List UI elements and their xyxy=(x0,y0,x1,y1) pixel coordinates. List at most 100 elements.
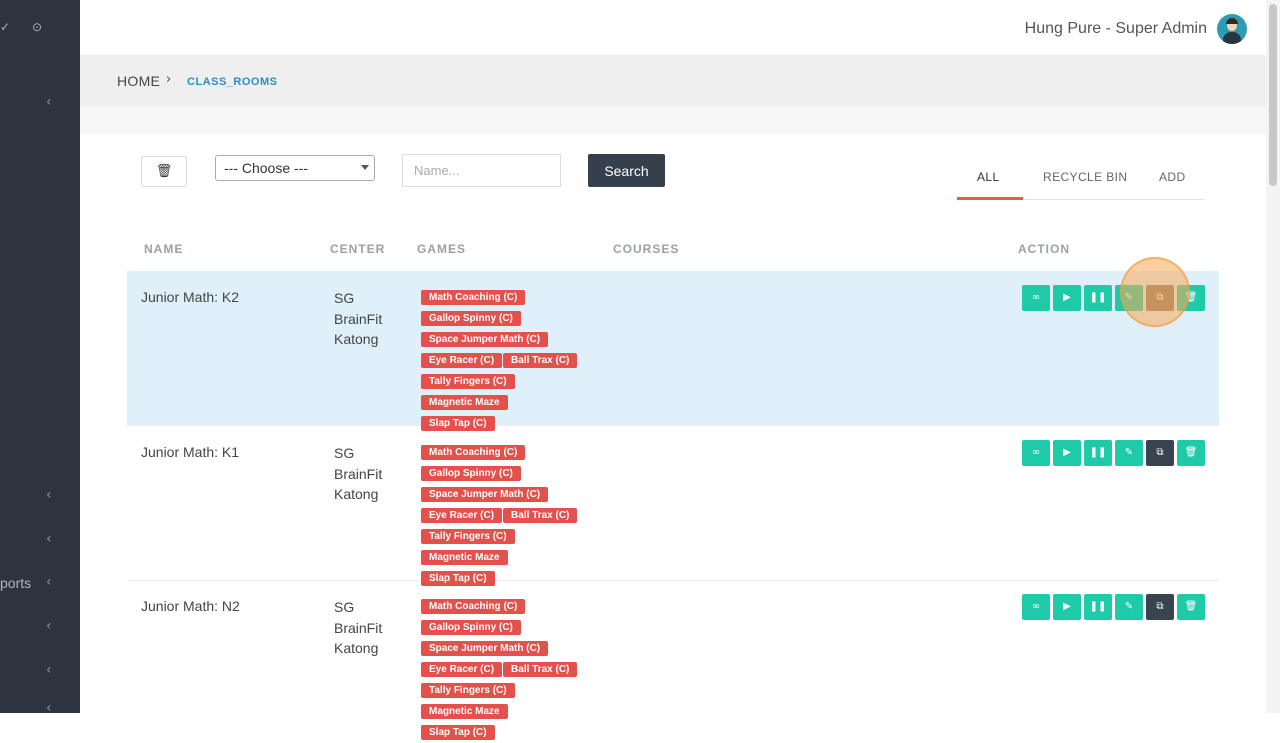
breadcrumb-home[interactable]: HOME xyxy=(117,73,160,89)
breadcrumb: HOME › CLASS_ROOMS xyxy=(80,56,1266,106)
tab-add[interactable]: ADD xyxy=(1159,170,1186,184)
link-icon: ∞ xyxy=(1031,447,1041,458)
user-avatar[interactable] xyxy=(1217,14,1247,44)
user-name[interactable]: Hung Pure - Super Admin xyxy=(1025,20,1207,38)
play-button[interactable]: ▶ xyxy=(1053,594,1081,620)
center-line: SG xyxy=(334,445,355,461)
pause-icon: ❚❚ xyxy=(1089,292,1107,303)
game-tag: Ball Trax (C) xyxy=(503,353,578,368)
caret-down-icon xyxy=(361,165,369,170)
bulk-delete-button[interactable]: 🗑 xyxy=(141,156,187,187)
center-line: SG xyxy=(334,599,355,615)
pencil-icon: ✎ xyxy=(1124,447,1134,458)
pause-button[interactable]: ❚❚ xyxy=(1084,594,1112,620)
delete-icon: 🗑 xyxy=(1184,601,1198,612)
delete-button[interactable]: 🗑 xyxy=(1177,440,1205,466)
center-select-value: --- Choose --- xyxy=(224,160,309,176)
chevron-left-icon[interactable]: ‹ xyxy=(46,487,52,503)
link-icon: ∞ xyxy=(1031,292,1041,303)
active-tab-indicator xyxy=(957,197,1023,200)
row-name: Junior Math: K2 xyxy=(141,289,240,305)
play-icon: ▶ xyxy=(1063,447,1071,458)
game-tag: Gallop Spinny (C) xyxy=(421,311,521,326)
game-tag: Space Jumper Math (C) xyxy=(421,332,549,347)
game-tag: Math Coaching (C) xyxy=(421,599,526,614)
game-tag: Slap Tap (C) xyxy=(421,725,495,740)
row-center: SG BrainFit Katong xyxy=(334,288,404,350)
row-name: Junior Math: N2 xyxy=(141,598,240,614)
center-select[interactable]: --- Choose --- xyxy=(215,155,375,181)
table-row[interactable]: Junior Math: K1 SG BrainFit Katong Math … xyxy=(127,426,1222,586)
column-header-courses: COURSES xyxy=(613,242,680,256)
pencil-icon: ✎ xyxy=(1124,601,1134,612)
delete-button[interactable]: 🗑 xyxy=(1177,594,1205,620)
link-button[interactable]: ∞ xyxy=(1022,440,1050,466)
chevron-left-icon[interactable]: ‹ xyxy=(46,94,52,110)
row-games: Math Coaching (C) Gallop Spinny (C) Spac… xyxy=(421,287,596,434)
row-games: Math Coaching (C) Gallop Spinny (C) Spac… xyxy=(421,442,596,589)
game-tag: Space Jumper Math (C) xyxy=(421,641,549,656)
check-icon[interactable]: ✓ xyxy=(0,20,10,34)
name-search-input[interactable] xyxy=(402,154,561,187)
copy-icon: ⧉ xyxy=(1156,292,1164,303)
pause-button[interactable]: ❚❚ xyxy=(1084,440,1112,466)
chevron-left-icon[interactable]: ‹ xyxy=(46,618,52,634)
target-icon[interactable]: ⊙ xyxy=(32,20,42,34)
edit-button[interactable]: ✎ xyxy=(1115,285,1143,311)
game-tag: Gallop Spinny (C) xyxy=(421,620,521,635)
sidebar-item-reports-label[interactable]: ports xyxy=(0,575,31,591)
row-actions: ∞ ▶ ❚❚ ✎ ⧉ 🗑 xyxy=(1022,285,1222,311)
edit-button[interactable]: ✎ xyxy=(1115,440,1143,466)
center-line: Katong xyxy=(334,331,379,347)
scrollbar[interactable] xyxy=(1266,0,1280,713)
chevron-left-icon[interactable]: ‹ xyxy=(46,531,52,547)
copy-icon: ⧉ xyxy=(1156,447,1164,458)
pause-icon: ❚❚ xyxy=(1089,601,1107,612)
chevron-left-icon[interactable]: ‹ xyxy=(46,662,52,678)
search-button[interactable]: Search xyxy=(588,154,665,187)
copy-button[interactable]: ⧉ xyxy=(1146,594,1174,620)
sidebar: ✓ ⊙ ‹ ‹ ‹ ports ‹ ‹ ‹ ‹ xyxy=(0,0,80,716)
game-tag: Space Jumper Math (C) xyxy=(421,487,549,502)
row-games: Math Coaching (C) Gallop Spinny (C) Spac… xyxy=(421,596,596,743)
column-header-action: ACTION xyxy=(1018,242,1070,256)
scrollbar-thumb[interactable] xyxy=(1269,4,1277,186)
center-line: Katong xyxy=(334,486,379,502)
center-line: Katong xyxy=(334,640,379,656)
row-actions: ∞ ▶ ❚❚ ✎ ⧉ 🗑 xyxy=(1022,594,1222,620)
copy-icon: ⧉ xyxy=(1156,601,1164,612)
delete-button[interactable]: 🗑 xyxy=(1177,285,1205,311)
game-tag: Tally Fingers (C) xyxy=(421,683,515,698)
game-tag: Ball Trax (C) xyxy=(503,508,578,523)
table-row[interactable]: Junior Math: K2 SG BrainFit Katong Math … xyxy=(127,271,1222,431)
edit-button[interactable]: ✎ xyxy=(1115,594,1143,620)
row-name: Junior Math: K1 xyxy=(141,444,240,460)
row-actions: ∞ ▶ ❚❚ ✎ ⧉ 🗑 xyxy=(1022,440,1222,466)
link-button[interactable]: ∞ xyxy=(1022,285,1050,311)
row-center: SG BrainFit Katong xyxy=(334,443,404,505)
center-line: BrainFit xyxy=(334,619,383,636)
play-button[interactable]: ▶ xyxy=(1053,440,1081,466)
pencil-icon: ✎ xyxy=(1124,292,1134,303)
tab-recycle-bin[interactable]: RECYCLE BIN xyxy=(1043,170,1127,184)
pause-button[interactable]: ❚❚ xyxy=(1084,285,1112,311)
game-tag: Math Coaching (C) xyxy=(421,445,526,460)
breadcrumb-current[interactable]: CLASS_ROOMS xyxy=(187,76,277,88)
column-header-name: NAME xyxy=(144,242,184,256)
game-tag: Eye Racer (C) xyxy=(421,353,503,368)
chevron-left-icon[interactable]: ‹ xyxy=(46,700,52,716)
game-tag: Tally Fingers (C) xyxy=(421,529,515,544)
play-button[interactable]: ▶ xyxy=(1053,285,1081,311)
game-tag: Eye Racer (C) xyxy=(421,508,503,523)
divider xyxy=(80,106,1266,134)
tab-all[interactable]: ALL xyxy=(977,170,1000,184)
delete-icon: 🗑 xyxy=(1184,447,1198,458)
link-button[interactable]: ∞ xyxy=(1022,594,1050,620)
chevron-left-icon[interactable]: ‹ xyxy=(46,574,52,590)
game-tag: Eye Racer (C) xyxy=(421,662,503,677)
play-icon: ▶ xyxy=(1063,292,1071,303)
table-row[interactable]: Junior Math: N2 SG BrainFit Katong Math … xyxy=(127,580,1222,740)
copy-button[interactable]: ⧉ xyxy=(1146,440,1174,466)
copy-button[interactable]: ⧉ xyxy=(1146,285,1174,311)
column-header-games: GAMES xyxy=(417,242,467,256)
